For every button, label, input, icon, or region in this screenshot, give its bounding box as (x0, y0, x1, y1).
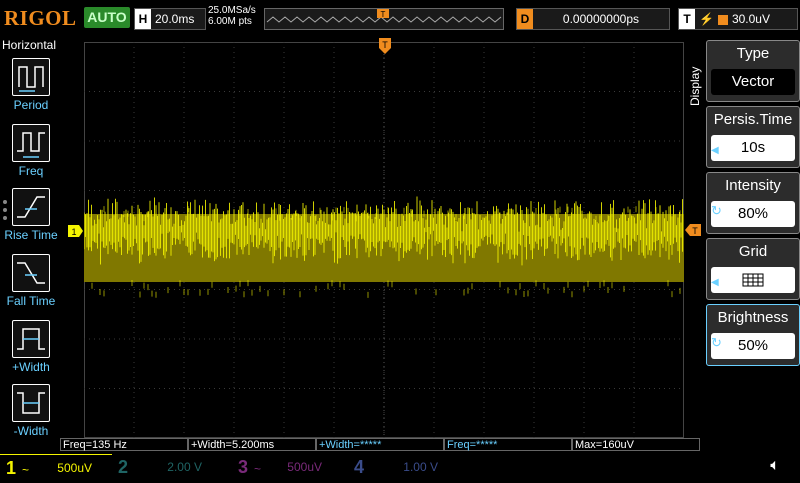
intensity-menu-item[interactable]: Intensity 80% ↻ (706, 172, 800, 234)
type-label: Type (736, 45, 770, 62)
display-menu-tab[interactable]: Display (688, 56, 702, 106)
rise-time-button[interactable] (12, 188, 50, 226)
channel-4-scale: 1.00 V (403, 460, 438, 474)
speaker-mute-icon[interactable]: 🔈︎ (760, 454, 790, 478)
intensity-label: Intensity (725, 177, 781, 194)
grid-value (711, 267, 795, 293)
channel-3-scale: 500uV (287, 460, 322, 474)
ac-coupling-icon: ~ (254, 462, 262, 476)
fall-time-label: Fall Time (6, 294, 56, 308)
channel-1-number: 1 (6, 458, 17, 478)
top-status-bar: RIGOL AUTO H 20.0ms 25.0MSa/s 6.00M pts T… (0, 0, 800, 36)
left-arrow-icon: ◀ (711, 277, 719, 288)
sidebar-title: Horizontal (2, 38, 57, 52)
pos-width-button[interactable] (12, 320, 50, 358)
trigger-box[interactable]: T ⚡ 30.0uV (678, 8, 798, 30)
memory-overview-wave: T (266, 9, 502, 23)
measurement-max[interactable]: Max=160uV (572, 438, 700, 451)
freq-label: Freq (18, 164, 44, 178)
period-label: Period (13, 98, 49, 112)
freq-icon (17, 132, 45, 158)
grid-label: Grid (738, 243, 768, 260)
brightness-menu-item[interactable]: Brightness 50% ↻ (706, 304, 800, 366)
memory-trigger-marker: T (381, 10, 386, 19)
svg-text:T: T (692, 226, 698, 236)
persistence-menu-item[interactable]: Persis.Time 10s ◀ (706, 106, 800, 168)
trigger-position-marker[interactable]: T (378, 38, 392, 56)
persistence-value: 10s (711, 135, 795, 161)
fall-time-button[interactable] (12, 254, 50, 292)
delay-label: D (517, 9, 533, 29)
timebase-box[interactable]: H 20.0ms (134, 8, 206, 30)
timebase-value: 20.0ms (155, 12, 195, 26)
channel-3-number: 3 (238, 457, 249, 477)
svg-text:T: T (382, 40, 388, 50)
page-dot (3, 200, 7, 204)
acquisition-info: 25.0MSa/s 6.00M pts (208, 5, 256, 27)
channel-1-scale: 500uV (57, 461, 92, 475)
neg-width-label: -Width (13, 424, 49, 438)
delay-box[interactable]: D 0.00000000ps (516, 8, 670, 30)
pos-width-label: +Width (12, 360, 50, 374)
rise-time-label: Rise Time (4, 228, 58, 242)
measurement-pos-width[interactable]: +Width=5.200ms (188, 438, 316, 451)
svg-text:1: 1 (71, 227, 76, 237)
display-menu: Type Vector Persis.Time 10s ◀ Intensity … (704, 38, 800, 438)
channel-4-number: 4 (354, 457, 365, 477)
grid-full-icon (742, 273, 764, 287)
trigger-level-marker[interactable]: T (685, 224, 701, 236)
horizontal-label: H (135, 9, 151, 29)
channel-3-tab[interactable]: 3 ~ 500uV (232, 454, 348, 480)
period-button[interactable] (12, 58, 50, 96)
trigger-source-icon (717, 14, 728, 25)
grid-menu-item[interactable]: Grid ◀ (706, 238, 800, 300)
rise-time-icon (17, 196, 45, 218)
measurement-pos-width-2[interactable]: +Width=***** (316, 438, 444, 451)
measurement-freq-2[interactable]: Freq=***** (444, 438, 572, 451)
measurement-bar: Freq=135 Hz +Width=5.200ms +Width=***** … (60, 438, 700, 452)
type-value: Vector (711, 69, 795, 95)
knob-icon: ↻ (711, 335, 722, 350)
channel1-offset-marker[interactable]: 1 (68, 225, 84, 237)
knob-icon: ↻ (711, 203, 722, 218)
page-dot (3, 216, 7, 220)
freq-button[interactable] (12, 124, 50, 162)
ac-coupling-icon: ~ (22, 463, 30, 477)
trigger-label: T (679, 9, 695, 29)
pos-width-icon (17, 328, 45, 350)
horizontal-measure-sidebar: Horizontal Period Freq Rise Time Fall Ti… (0, 36, 60, 456)
run-state-button[interactable]: AUTO (84, 7, 130, 28)
fall-time-icon (17, 262, 45, 284)
memory-overview-strip[interactable]: T (264, 8, 504, 30)
channel-1-tab[interactable]: 1 ~ 500uV (0, 454, 112, 481)
measurement-freq[interactable]: Freq=135 Hz (60, 438, 188, 451)
memory-depth: 6.00M pts (208, 16, 252, 27)
sample-rate: 25.0MSa/s (208, 5, 256, 16)
channel-2-scale: 2.00 V (167, 460, 202, 474)
graticule (83, 42, 684, 438)
left-arrow-icon: ◀ (711, 145, 719, 156)
channel-bar: 1 ~ 500uV 2 2.00 V 3 ~ 500uV 4 1.00 V (0, 454, 800, 481)
brightness-label: Brightness (717, 309, 789, 326)
channel-2-tab[interactable]: 2 2.00 V (112, 454, 228, 480)
type-menu-item[interactable]: Type Vector (706, 40, 800, 102)
brightness-value: 50% (711, 333, 795, 359)
page-dot (3, 208, 7, 212)
neg-width-icon (17, 392, 45, 414)
brand-logo: RIGOL (4, 6, 77, 30)
neg-width-button[interactable] (12, 384, 50, 422)
delay-value: 0.00000000ps (562, 12, 639, 26)
trigger-level: 30.0uV (731, 12, 770, 26)
channel-2-number: 2 (118, 457, 129, 477)
intensity-value: 80% (711, 201, 795, 227)
trigger-edge-icon: ⚡ (699, 12, 714, 26)
channel-4-tab[interactable]: 4 1.00 V (348, 454, 464, 480)
waveform-display[interactable] (83, 42, 684, 438)
persistence-label: Persis.Time (713, 111, 793, 128)
period-icon (18, 66, 44, 92)
